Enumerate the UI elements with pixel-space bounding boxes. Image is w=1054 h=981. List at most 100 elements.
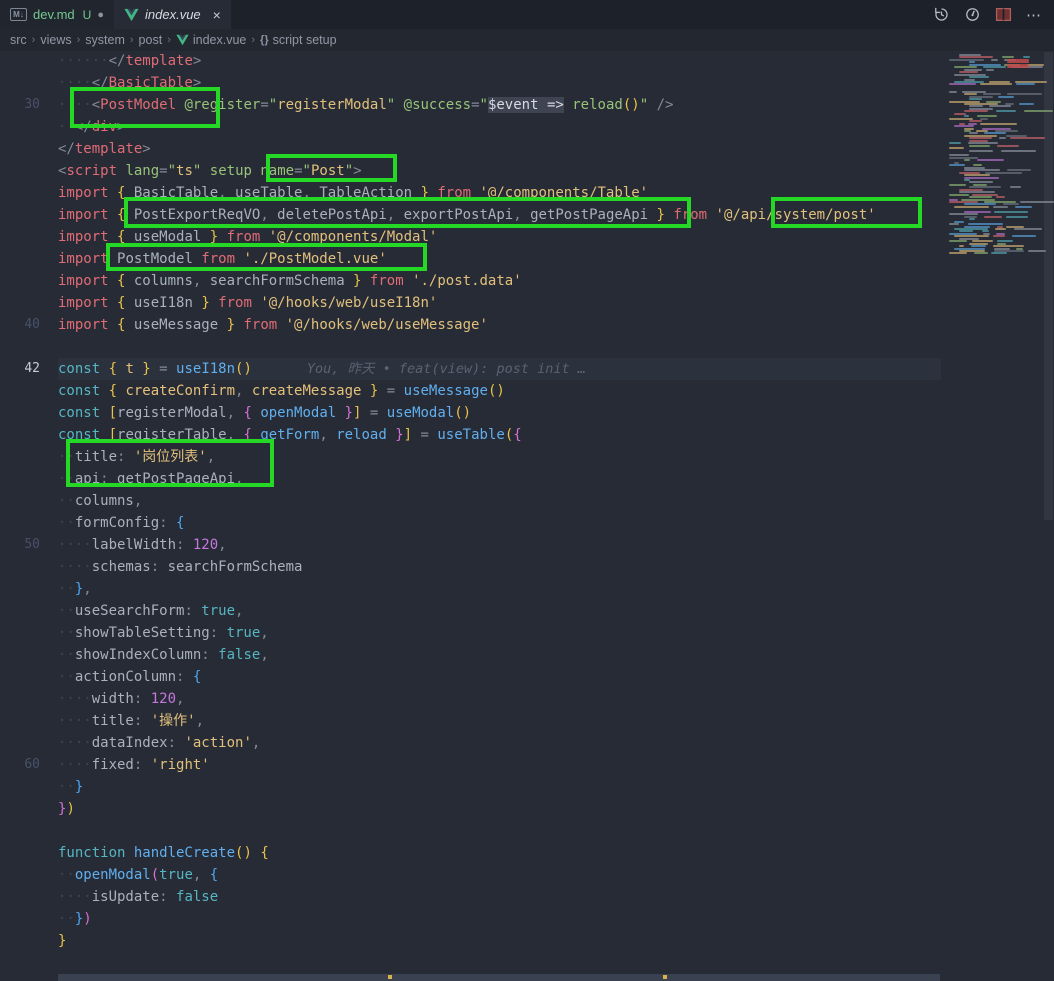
code-line[interactable]: ····isUpdate: false: [0, 886, 941, 908]
code-line[interactable]: ······</template>: [0, 50, 941, 72]
code-line[interactable]: ··api: getPostPageApi,: [0, 468, 941, 490]
tab-devmd[interactable]: M↓ dev.md U ●: [0, 0, 114, 29]
code-token: }: [345, 273, 362, 289]
code-line[interactable]: import PostModel from './PostModel.vue': [0, 248, 941, 270]
minimap[interactable]: [945, 50, 1043, 981]
code-token: (: [151, 867, 159, 883]
line-number: [0, 380, 58, 402]
vertical-scrollbar[interactable]: [1043, 50, 1054, 981]
minimap-line: [954, 206, 989, 208]
code-line[interactable]: const [registerTable, { getForm, reload …: [0, 424, 941, 446]
scrollbar-thumb[interactable]: [1044, 52, 1053, 520]
minimap-line: [949, 164, 965, 166]
code-token: ): [66, 801, 74, 817]
code-token: (): [235, 361, 252, 377]
code-line[interactable]: ··columns,: [0, 490, 941, 512]
minimap-line: [984, 216, 1002, 218]
code-token: true: [201, 603, 235, 619]
code-token: ··: [58, 515, 75, 531]
code-line[interactable]: const { createConfirm, createMessage } =…: [0, 380, 941, 402]
unsaved-dot-icon[interactable]: ●: [97, 9, 104, 21]
code-token: from: [665, 207, 716, 223]
code-token: ····: [58, 735, 92, 751]
code-line[interactable]: ··actionColumn: {: [0, 666, 941, 688]
code-text: ··useSearchForm: true,: [58, 600, 941, 622]
code-token: false: [218, 647, 260, 663]
code-line[interactable]: ··},: [0, 578, 941, 600]
code-text: }: [58, 930, 941, 952]
code-line[interactable]: ··showIndexColumn: false,: [0, 644, 941, 666]
code-line[interactable]: import { BasicTable, useTable, TableActi…: [0, 182, 941, 204]
code-line[interactable]: ··showTableSetting: true,: [0, 622, 941, 644]
code-line[interactable]: ····title: '操作',: [0, 710, 941, 732]
code-line[interactable]: ··openModal(true, {: [0, 864, 941, 886]
code-line[interactable]: </template>: [0, 138, 941, 160]
code-line[interactable]: }: [0, 930, 941, 952]
code-line[interactable]: ····dataIndex: 'action',: [0, 732, 941, 754]
code-line[interactable]: ··}: [0, 776, 941, 798]
tab-indexvue[interactable]: index.vue ×: [114, 0, 231, 29]
code-token: BasicTable: [125, 185, 218, 201]
code-line[interactable]: 40import { useMessage } from '@/hooks/we…: [0, 314, 941, 336]
code-line[interactable]: 30····<PostModel @register="registerModa…: [0, 94, 941, 116]
code-line[interactable]: 42const { t } = useI18n()You, 昨天 • feat(…: [0, 358, 941, 380]
breadcrumb-file[interactable]: index.vue: [193, 33, 247, 47]
code-text: ····</BasicTable>: [58, 72, 941, 94]
code-line[interactable]: const [registerModal, { openModal }] = u…: [0, 402, 941, 424]
code-line[interactable]: import { useI18n } from '@/hooks/web/use…: [0, 292, 941, 314]
line-number: [0, 578, 58, 600]
minimap-highlight: [1007, 66, 1029, 68]
more-actions-icon[interactable]: ⋯: [1026, 6, 1042, 24]
code-token: =: [294, 163, 302, 179]
code-token: getForm: [252, 427, 319, 443]
code-token: }: [75, 779, 83, 795]
code-token: [564, 97, 572, 113]
code-line[interactable]: ····schemas: searchFormSchema: [0, 556, 941, 578]
code-token: import: [58, 207, 117, 223]
minimap-line: [993, 235, 1005, 237]
minimap-line: [991, 59, 998, 61]
code-token: '@/components/Modal': [269, 229, 438, 245]
code-token: ······: [58, 53, 109, 69]
code-line[interactable]: function handleCreate() {: [0, 842, 941, 864]
code-token: width: [92, 691, 134, 707]
code-area[interactable]: ······</template>····</BasicTable>30····…: [0, 50, 941, 981]
breadcrumb-views[interactable]: views: [40, 33, 71, 47]
breadcrumb-post[interactable]: post: [139, 33, 163, 47]
code-line[interactable]: ··formConfig: {: [0, 512, 941, 534]
code-line[interactable]: import { columns, searchFormSchema } fro…: [0, 270, 941, 292]
code-line[interactable]: [0, 952, 941, 974]
code-token: useTable: [437, 427, 504, 443]
code-text: ··}): [58, 908, 941, 930]
code-line[interactable]: import { PostExportReqVO, deletePostApi,…: [0, 204, 941, 226]
code-line[interactable]: ··useSearchForm: true,: [0, 600, 941, 622]
code-token: createConfirm: [117, 383, 235, 399]
code-line[interactable]: ··</div>: [0, 116, 941, 138]
code-token: [201, 163, 209, 179]
run-status-icon[interactable]: [964, 6, 981, 23]
code-text: import { useMessage } from '@/hooks/web/…: [58, 314, 941, 336]
line-number: [0, 908, 58, 930]
code-line[interactable]: [0, 336, 941, 358]
code-token: isUpdate: [92, 889, 159, 905]
code-line[interactable]: <script lang="ts" setup name="Post">: [0, 160, 941, 182]
code-line[interactable]: ··title: '岗位列表',: [0, 446, 941, 468]
code-line[interactable]: ····</BasicTable>: [0, 72, 941, 94]
code-token: ··: [58, 625, 75, 641]
breadcrumb-src[interactable]: src: [10, 33, 27, 47]
code-text: <script lang="ts" setup name="Post">: [58, 160, 941, 182]
code-line[interactable]: 50····labelWidth: 120,: [0, 534, 941, 556]
breadcrumb-symbol[interactable]: script setup: [273, 33, 337, 47]
code-line[interactable]: }): [0, 798, 941, 820]
breadcrumb-system[interactable]: system: [85, 33, 125, 47]
line-number: [0, 336, 58, 358]
code-line[interactable]: ··}): [0, 908, 941, 930]
code-token: :: [151, 559, 168, 575]
code-line[interactable]: [0, 820, 941, 842]
close-icon[interactable]: ×: [213, 7, 221, 23]
history-icon[interactable]: [933, 6, 950, 23]
code-line[interactable]: 60····fixed: 'right': [0, 754, 941, 776]
code-line[interactable]: ····width: 120,: [0, 688, 941, 710]
split-editor-icon[interactable]: [995, 7, 1012, 22]
code-line[interactable]: import { useModal } from '@/components/M…: [0, 226, 941, 248]
